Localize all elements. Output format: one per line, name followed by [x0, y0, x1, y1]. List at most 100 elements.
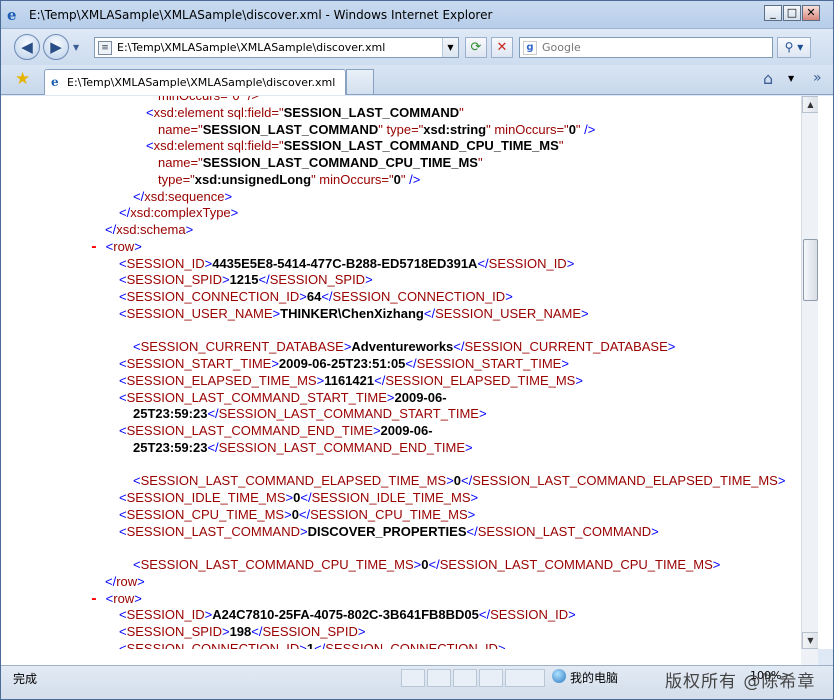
- home-dropdown-icon[interactable]: ▼: [788, 74, 794, 83]
- address-bar[interactable]: ≡ E:\Temp\XMLASample\XMLASample\discover…: [94, 37, 459, 58]
- xml-token: >: [299, 289, 307, 304]
- xml-line: <SESSION_LAST_COMMAND_END_TIME>2009-06-: [119, 423, 433, 439]
- xml-line: <SESSION_START_TIME>2009-06-25T23:51:05<…: [119, 356, 569, 372]
- xml-token: SESSION_SPID: [126, 624, 222, 639]
- status-pane: [401, 669, 425, 687]
- xml-token: SESSION_CONNECTION_ID: [325, 640, 498, 649]
- xml-token: SESSION_CURRENT_DATABASE: [464, 339, 668, 355]
- xml-line: <SESSION_IDLE_TIME_MS>0</SESSION_IDLE_TI…: [119, 490, 478, 506]
- right-padding: [818, 96, 833, 649]
- xml-token: </: [207, 406, 219, 422]
- favorites-star-icon[interactable]: ★: [15, 70, 30, 88]
- xml-token: SESSION_ELAPSED_TIME_MS: [385, 372, 576, 388]
- maximize-button[interactable]: □: [783, 5, 801, 21]
- xml-token: <: [119, 289, 127, 304]
- xml-line: type="xsd:unsignedLong" minOccurs="0" />: [158, 172, 420, 188]
- xml-token: </: [258, 272, 270, 288]
- window-title: E:\Temp\XMLASample\XMLASample\discover.x…: [29, 8, 493, 22]
- back-button[interactable]: ◀: [14, 34, 40, 60]
- page-icon: ≡: [98, 41, 112, 55]
- status-pane: [427, 669, 451, 687]
- xml-token: <: [119, 506, 127, 522]
- address-dropdown-icon[interactable]: ▼: [442, 38, 458, 57]
- xml-token: </: [453, 339, 465, 355]
- xml-line: minOccurs="0" />: [158, 96, 259, 104]
- xml-token: >: [357, 624, 366, 639]
- xml-line: name="SESSION_LAST_COMMAND_CPU_TIME_MS": [158, 155, 483, 171]
- xml-line: <SESSION_ID>A24C7810-25FA-4075-802C-3B64…: [119, 607, 576, 623]
- scroll-up-arrow-icon[interactable]: ▲: [802, 96, 819, 113]
- tab-discover-xml[interactable]: e E:\Temp\XMLASample\XMLASample\discover…: [44, 69, 346, 95]
- xml-token: ": [459, 104, 464, 120]
- xml-token: </: [207, 439, 219, 455]
- xml-token: </: [251, 624, 263, 639]
- xml-token: <: [133, 557, 141, 572]
- xml-token: <: [133, 473, 141, 489]
- xml-token: THINKER\ChenXizhang: [280, 305, 424, 321]
- forward-button[interactable]: ▶: [43, 34, 69, 60]
- xml-token: </: [477, 255, 489, 271]
- xml-line: <xsd:element sql:field="SESSION_LAST_COM…: [146, 138, 563, 154]
- xml-token: SESSION_USER_NAME: [435, 305, 582, 321]
- address-value: E:\Temp\XMLASample\XMLASample\discover.x…: [117, 41, 386, 54]
- xml-token: >: [581, 305, 589, 321]
- xml-token: 2009-06-: [394, 389, 447, 405]
- xml-token: xsd:unsignedLong: [194, 171, 312, 187]
- back-arrow-icon: ◀: [21, 38, 33, 56]
- xml-token: >: [230, 205, 239, 221]
- xml-token: " minOccurs=": [486, 121, 569, 137]
- xml-token: xsd:element: [153, 138, 228, 154]
- xml-token: >: [467, 506, 476, 522]
- xml-token: sql:field=": [227, 104, 284, 120]
- xml-token: SESSION_CONNECTION_ID: [126, 640, 300, 649]
- xml-token: row: [113, 590, 135, 606]
- xml-token: ": [558, 138, 564, 154]
- xml-token: </: [298, 506, 311, 522]
- collapse-toggle[interactable]: -: [90, 592, 106, 607]
- status-pane: [479, 669, 503, 687]
- xml-token: 0: [453, 473, 462, 489]
- xml-token: 0: [421, 557, 429, 572]
- minimize-button[interactable]: _: [764, 5, 782, 21]
- xml-token: row: [113, 238, 135, 254]
- xml-token: SESSION_USER_NAME: [126, 305, 273, 321]
- new-tab-button[interactable]: [346, 69, 374, 94]
- home-icon[interactable]: ⌂: [763, 69, 773, 88]
- search-box[interactable]: g Google: [519, 37, 773, 58]
- xml-token: >: [285, 490, 294, 505]
- xml-token: SESSION_ID: [126, 607, 205, 623]
- status-pane: [505, 669, 545, 687]
- stop-button[interactable]: ✕: [491, 37, 513, 58]
- xml-token: 64: [306, 289, 322, 304]
- more-commands-icon[interactable]: »: [813, 70, 822, 86]
- xml-token: SESSION_LAST_COMMAND: [283, 104, 460, 120]
- xml-token: <: [119, 423, 127, 438]
- recent-pages-dropdown[interactable]: ▼: [73, 43, 79, 52]
- xml-token: >: [568, 607, 576, 623]
- xml-token: 25T23:59:23: [133, 439, 208, 455]
- xml-token: >: [372, 423, 381, 438]
- collapse-toggle[interactable]: -: [90, 240, 106, 255]
- xml-line: - <row>: [90, 239, 142, 256]
- xml-token: 0: [291, 506, 299, 522]
- xml-token: >: [299, 523, 308, 539]
- xml-token: >: [272, 305, 281, 321]
- scroll-down-arrow-icon[interactable]: ▼: [802, 632, 819, 649]
- xml-line: <xsd:element sql:field="SESSION_LAST_COM…: [146, 105, 464, 121]
- xml-token: SESSION_CPU_TIME_MS: [126, 506, 285, 522]
- xml-line: - <row>: [90, 591, 142, 608]
- xml-line: <SESSION_ELAPSED_TIME_MS>1161421</SESSIO…: [119, 373, 583, 389]
- xml-token: >: [561, 356, 569, 371]
- xml-token: SESSION_CONNECTION_ID: [126, 289, 300, 304]
- xml-token: >: [134, 590, 142, 606]
- xml-token: xsd:string: [423, 121, 487, 137]
- refresh-button[interactable]: ⟳: [465, 37, 487, 58]
- close-button[interactable]: ✕: [802, 5, 820, 21]
- search-button[interactable]: ⚲ ▾: [777, 37, 811, 58]
- xml-line: <SESSION_CPU_TIME_MS>0</SESSION_CPU_TIME…: [119, 507, 475, 523]
- title-bar: e E:\Temp\XMLASample\XMLASample\discover…: [1, 1, 833, 29]
- vertical-scrollbar[interactable]: ▲ ▼: [801, 96, 819, 649]
- security-zone: 我的电脑: [570, 671, 619, 685]
- stop-icon: ✕: [496, 40, 508, 55]
- scrollbar-thumb[interactable]: [803, 239, 818, 301]
